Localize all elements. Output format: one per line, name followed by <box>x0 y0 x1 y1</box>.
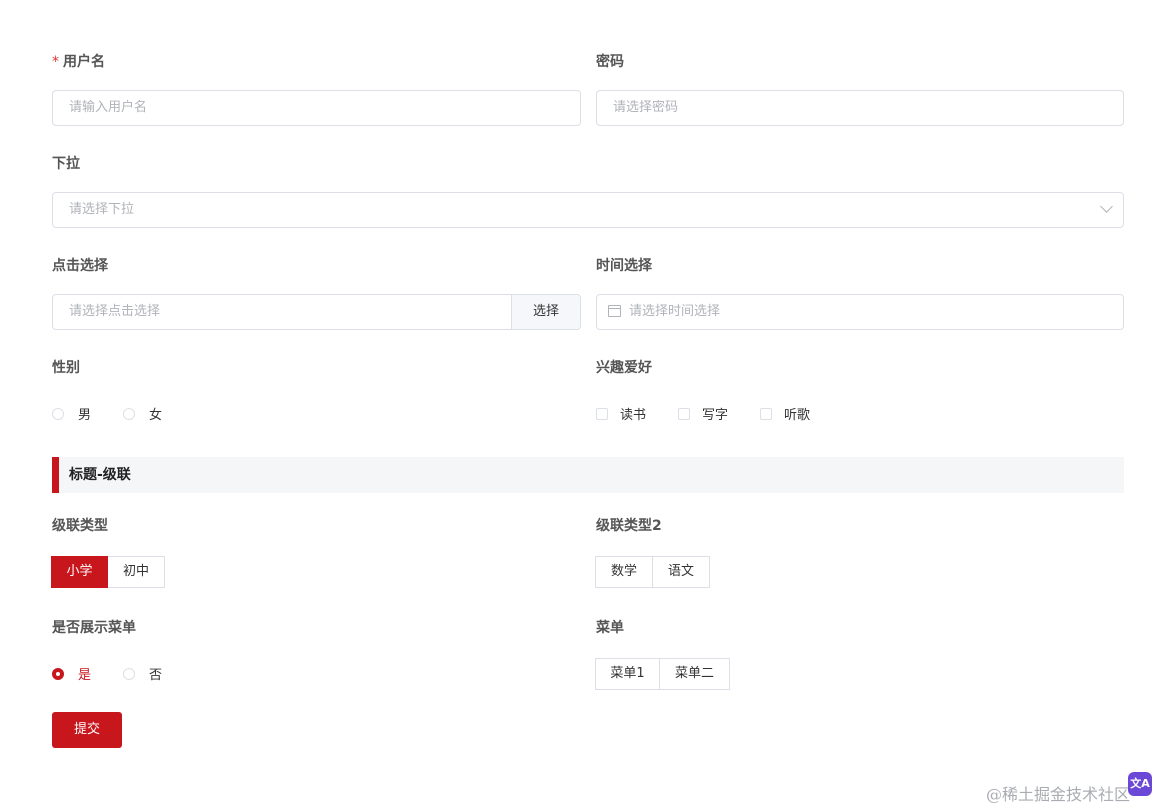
cascade2-option-chinese[interactable]: 语文 <box>652 556 710 588</box>
cascade2-option-math[interactable]: 数学 <box>595 556 653 588</box>
hobbies-label: 兴趣爱好 <box>596 360 652 376</box>
calendar-icon <box>608 304 621 317</box>
submit-button[interactable]: 提交 <box>52 712 122 748</box>
checkbox-box[interactable] <box>678 407 690 420</box>
dropdown-placeholder: 请选择下拉 <box>69 202 135 217</box>
watermark: @稀土掘金技术社区 <box>986 785 1131 804</box>
gender-radio-male[interactable]: 男 <box>52 404 91 423</box>
section-header: 标题-级联 <box>52 457 1124 493</box>
hobby-checkbox-writing[interactable]: 写字 <box>678 404 728 423</box>
section-accent-bar <box>52 457 59 493</box>
select-button[interactable]: 选择 <box>511 295 580 329</box>
chevron-down-icon <box>1100 200 1113 213</box>
click-select-label: 点击选择 <box>52 258 108 274</box>
show-menu-label: 是否展示菜单 <box>52 620 136 636</box>
time-select-placeholder: 请选择时间选择 <box>629 304 721 319</box>
dropdown-select[interactable]: 请选择下拉 <box>52 192 1124 228</box>
click-select-input[interactable]: 请选择点击选择 选择 <box>52 294 581 330</box>
radio-circle[interactable] <box>123 667 135 680</box>
translate-icon[interactable]: 文A <box>1128 772 1152 796</box>
gender-label: 性别 <box>52 360 80 376</box>
menu-group: 菜单1 菜单二 <box>595 658 730 690</box>
gender-radio-female[interactable]: 女 <box>123 404 162 423</box>
menu-label: 菜单 <box>596 620 624 636</box>
checkbox-box[interactable] <box>596 407 608 420</box>
menu-option-1[interactable]: 菜单1 <box>595 658 660 690</box>
cascade-type2-group: 数学 语文 <box>595 556 710 588</box>
click-select-placeholder: 请选择点击选择 <box>69 304 161 319</box>
radio-circle-checked[interactable] <box>52 667 64 680</box>
password-label: 密码 <box>596 54 624 70</box>
radio-circle[interactable] <box>52 407 64 420</box>
cascade-option-primary[interactable]: 小学 <box>51 556 108 588</box>
username-field[interactable] <box>69 100 529 115</box>
cascade-type2-label: 级联类型2 <box>596 518 662 534</box>
show-menu-radio-no[interactable]: 否 <box>123 664 162 683</box>
hobby-checkbox-music[interactable]: 听歌 <box>760 404 810 423</box>
password-input[interactable] <box>596 90 1124 126</box>
cascade-type-label: 级联类型 <box>52 518 108 534</box>
password-field[interactable] <box>613 100 1072 115</box>
cascade-type-group: 小学 初中 <box>51 556 165 588</box>
required-mark: * <box>52 54 59 70</box>
hobby-checkbox-reading[interactable]: 读书 <box>596 404 646 423</box>
username-label: * 用户名 <box>52 54 105 70</box>
checkbox-box[interactable] <box>760 407 772 420</box>
time-select-label: 时间选择 <box>596 258 652 274</box>
cascade-option-junior[interactable]: 初中 <box>107 556 165 588</box>
show-menu-radio-yes[interactable]: 是 <box>52 664 91 683</box>
radio-circle[interactable] <box>123 407 135 420</box>
time-select-input[interactable]: 请选择时间选择 <box>596 294 1124 330</box>
dropdown-label: 下拉 <box>52 156 80 172</box>
menu-option-2[interactable]: 菜单二 <box>659 658 730 690</box>
section-title: 标题-级联 <box>69 467 131 483</box>
username-input[interactable] <box>52 90 581 126</box>
